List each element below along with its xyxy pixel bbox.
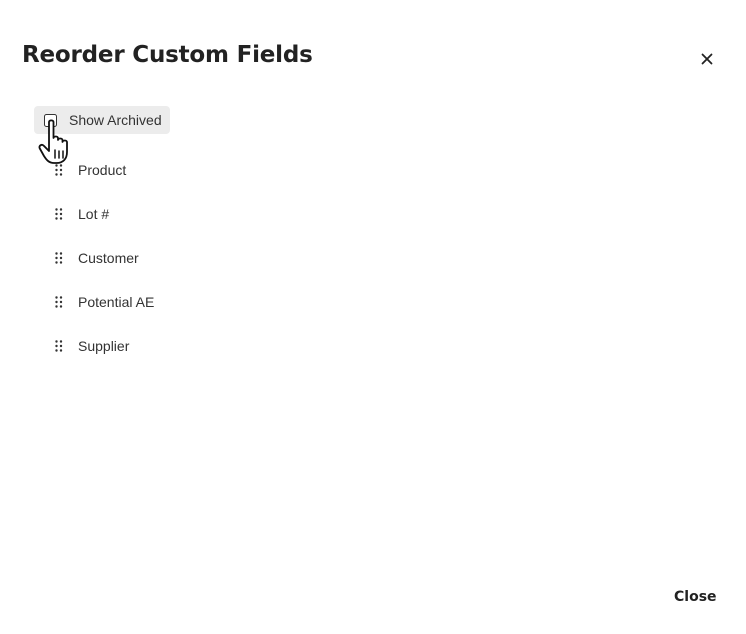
- field-label: Potential AE: [78, 294, 155, 310]
- field-label: Customer: [78, 250, 139, 266]
- field-label: Lot #: [78, 206, 110, 222]
- custom-field-list: Product Lot # Customer Potential AE Supp…: [54, 156, 154, 376]
- drag-handle-icon[interactable]: [54, 207, 64, 221]
- reorder-custom-fields-dialog: Reorder Custom Fields Show Archived Prod…: [0, 0, 746, 634]
- field-row-supplier[interactable]: Supplier: [54, 332, 154, 360]
- field-row-customer[interactable]: Customer: [54, 244, 154, 272]
- close-button[interactable]: Close: [664, 584, 727, 610]
- dialog-title: Reorder Custom Fields: [22, 42, 313, 68]
- field-row-lot[interactable]: Lot #: [54, 200, 154, 228]
- drag-handle-icon[interactable]: [54, 251, 64, 265]
- close-dialog-button[interactable]: [696, 48, 718, 70]
- drag-handle-icon[interactable]: [54, 339, 64, 353]
- show-archived-checkbox[interactable]: [44, 113, 57, 127]
- show-archived-label: Show Archived: [69, 112, 162, 128]
- field-label: Product: [78, 162, 127, 178]
- drag-handle-icon[interactable]: [54, 295, 64, 309]
- drag-handle-icon[interactable]: [54, 163, 64, 177]
- field-row-potential-ae[interactable]: Potential AE: [54, 288, 154, 316]
- close-icon: [701, 53, 713, 65]
- field-row-product[interactable]: Product: [54, 156, 154, 184]
- field-label: Supplier: [78, 338, 130, 354]
- show-archived-toggle[interactable]: Show Archived: [34, 106, 170, 134]
